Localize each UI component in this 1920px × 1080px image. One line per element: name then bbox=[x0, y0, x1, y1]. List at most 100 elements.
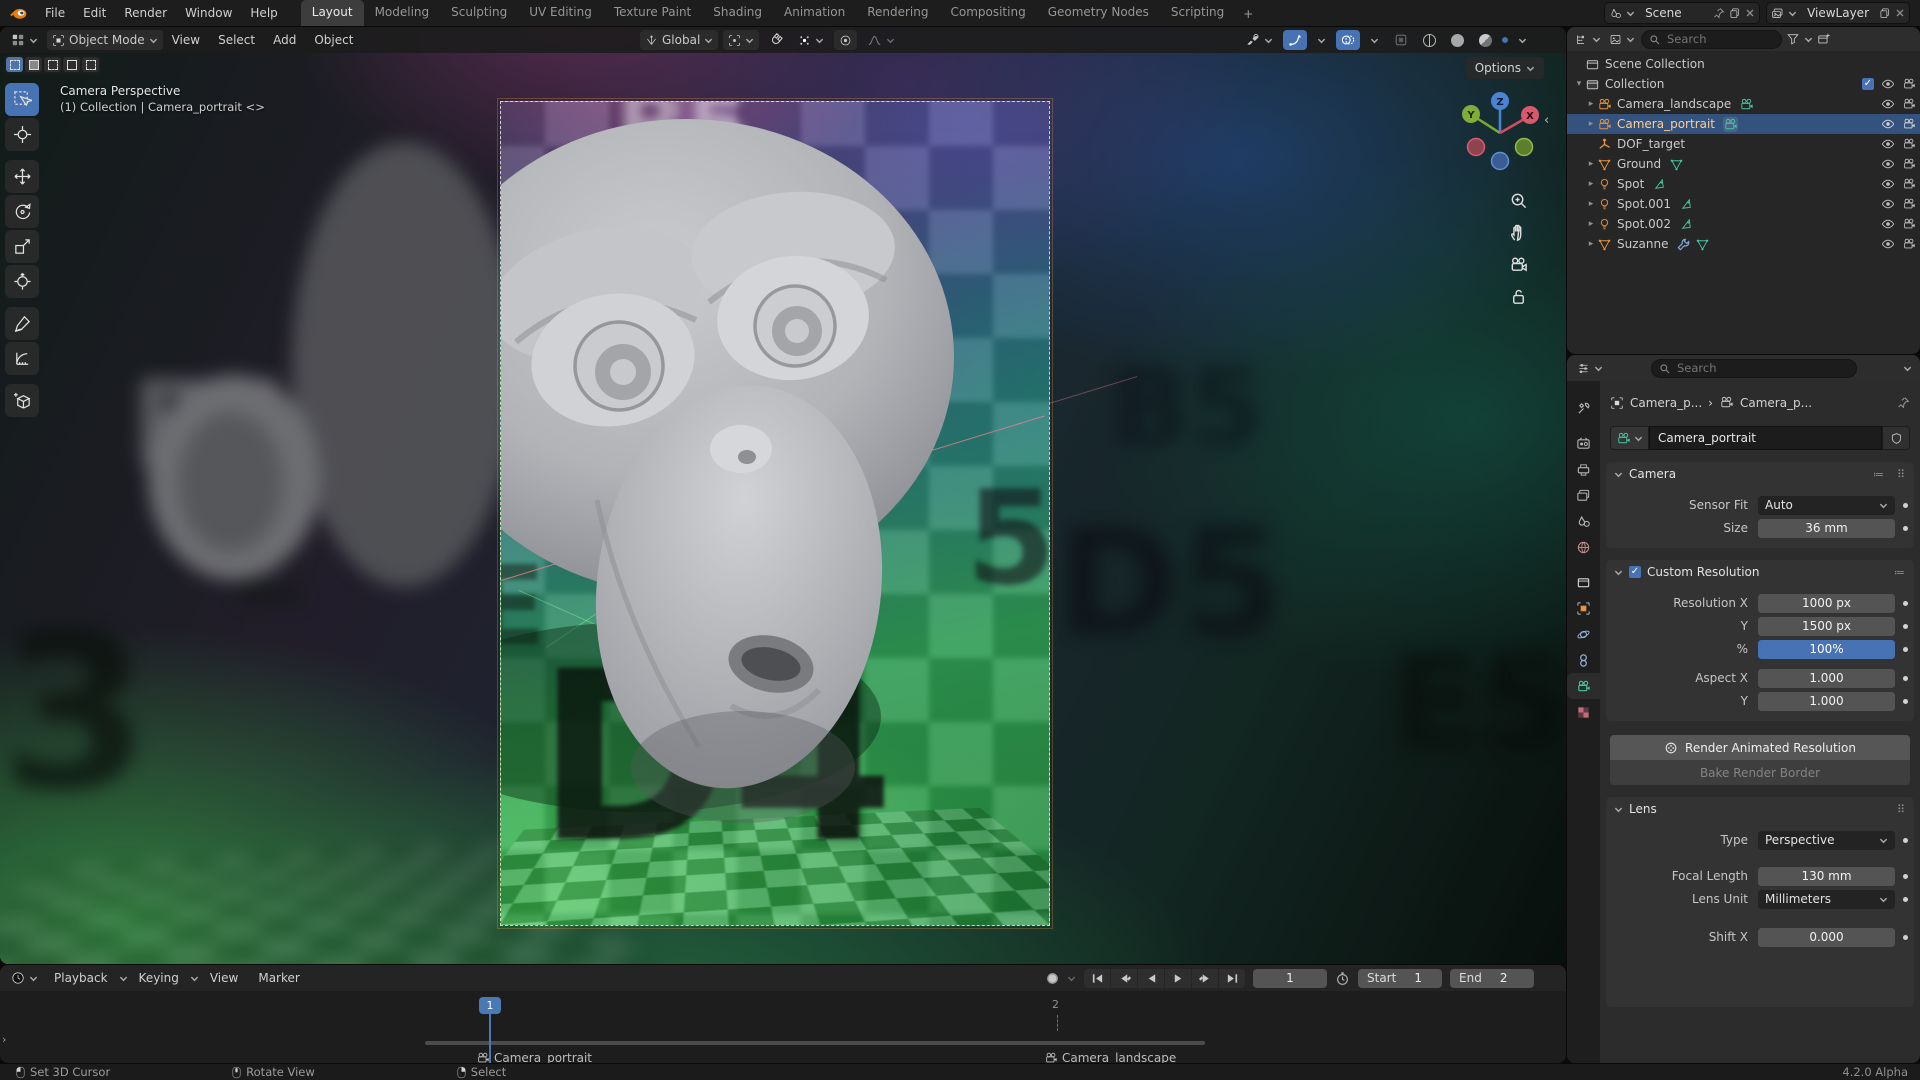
lock-icon[interactable] bbox=[1509, 287, 1528, 306]
outliner-display-mode-dropdown[interactable] bbox=[1573, 29, 1603, 49]
shading-rendered-button[interactable] bbox=[1502, 37, 1508, 43]
animate-dot[interactable] bbox=[1903, 525, 1908, 531]
workspace-tab-uv-editing[interactable]: UV Editing bbox=[518, 0, 603, 26]
sidebar-collapse-arrow[interactable]: ‹ bbox=[1544, 113, 1549, 128]
sensor-fit-dropdown[interactable]: Auto bbox=[1758, 495, 1895, 515]
outliner-search[interactable] bbox=[1641, 29, 1782, 49]
outliner-row-ground[interactable]: ▸ Ground bbox=[1567, 154, 1920, 174]
marker-camera-landscape[interactable]: Camera_landscape bbox=[1044, 1051, 1176, 1063]
proportional-editing-toggle[interactable] bbox=[834, 30, 858, 50]
outliner-row-spot-001[interactable]: ▸ Spot.001 bbox=[1567, 194, 1920, 214]
tab-collection[interactable] bbox=[1567, 569, 1600, 595]
outliner-row-suzanne[interactable]: ▸ Suzanne bbox=[1567, 234, 1920, 254]
expand-arrow[interactable]: ▸ bbox=[1585, 119, 1597, 129]
chevron-down-icon[interactable] bbox=[1804, 35, 1813, 44]
disable-render-camera-icon[interactable] bbox=[1902, 237, 1916, 251]
select-mode-subtract[interactable] bbox=[44, 57, 61, 72]
workspace-tab-sculpting[interactable]: Sculpting bbox=[440, 0, 518, 26]
breadcrumb-data[interactable]: Camera_p... bbox=[1740, 396, 1812, 410]
hide-eye-icon[interactable] bbox=[1881, 237, 1895, 251]
properties-search[interactable] bbox=[1651, 358, 1857, 378]
navigation-gizmo[interactable]: Z Y X bbox=[1458, 85, 1542, 177]
resolution-y-field[interactable]: 1500 px bbox=[1758, 616, 1895, 636]
animate-dot[interactable] bbox=[1903, 623, 1908, 629]
playhead[interactable]: 1 bbox=[479, 997, 501, 1014]
next-keyframe-button[interactable] bbox=[1192, 968, 1218, 988]
collection-checkbox[interactable]: ✓ bbox=[1862, 78, 1874, 90]
workspace-tab-compositing[interactable]: Compositing bbox=[939, 0, 1036, 26]
workspace-tab-animation[interactable]: Animation bbox=[773, 0, 856, 26]
pin-icon[interactable] bbox=[1897, 396, 1910, 409]
previous-keyframe-button[interactable] bbox=[1111, 968, 1137, 988]
chevron-down-icon[interactable] bbox=[1067, 974, 1076, 983]
jump-to-start-button[interactable] bbox=[1084, 968, 1110, 988]
panel-custom-resolution-header[interactable]: ✓ Custom Resolution ≔ bbox=[1606, 560, 1914, 584]
stopwatch-icon[interactable] bbox=[1335, 971, 1350, 986]
focal-length-field[interactable]: 130 mm bbox=[1758, 866, 1895, 886]
select-mode-invert[interactable] bbox=[63, 57, 80, 72]
tab-physics[interactable] bbox=[1567, 621, 1600, 647]
view-layer-icon[interactable] bbox=[1771, 7, 1784, 20]
scene-icon[interactable] bbox=[1609, 7, 1622, 20]
gizmos-dropdown[interactable] bbox=[1312, 30, 1331, 50]
visibility-dropdown[interactable] bbox=[1240, 30, 1278, 50]
aspect-y-field[interactable]: 1.000 bbox=[1758, 691, 1895, 711]
menu-window[interactable]: Window bbox=[176, 0, 241, 26]
animate-dot[interactable] bbox=[1903, 896, 1908, 902]
tab-object-data[interactable] bbox=[1567, 673, 1600, 699]
editor-type-selector[interactable] bbox=[6, 30, 43, 50]
disable-render-camera-icon[interactable] bbox=[1902, 117, 1916, 131]
select-mode-extend[interactable] bbox=[25, 57, 42, 72]
outliner-row-collection[interactable]: ▾ Collection ✓ bbox=[1567, 74, 1920, 94]
end-frame-field[interactable]: End 2 bbox=[1450, 968, 1534, 988]
timeline-track-area[interactable]: 1 2 › Camera_portrait Camera_landscape bbox=[0, 991, 1566, 1063]
disable-render-camera-icon[interactable] bbox=[1902, 157, 1916, 171]
tool-add-cube[interactable] bbox=[5, 384, 39, 417]
tab-output[interactable] bbox=[1567, 456, 1600, 482]
mode-dropdown[interactable]: Object Mode bbox=[47, 30, 163, 50]
chevron-down-icon[interactable] bbox=[1903, 364, 1912, 373]
animate-dot[interactable] bbox=[1903, 934, 1908, 940]
current-frame-field[interactable]: 1 bbox=[1253, 968, 1327, 988]
play-reverse-button[interactable] bbox=[1138, 968, 1164, 988]
tab-render[interactable] bbox=[1567, 430, 1600, 456]
shading-material-button[interactable] bbox=[1474, 30, 1497, 50]
expand-arrow[interactable]: ▾ bbox=[1573, 79, 1585, 89]
panel-menu-icon[interactable]: ≔ bbox=[1873, 468, 1885, 481]
select-mode-new[interactable] bbox=[6, 57, 23, 72]
overlays-toggle[interactable] bbox=[1336, 30, 1360, 50]
snap-settings-dropdown[interactable] bbox=[793, 30, 829, 50]
disable-render-camera-icon[interactable] bbox=[1902, 177, 1916, 191]
close-icon[interactable] bbox=[1745, 8, 1755, 18]
hide-eye-icon[interactable] bbox=[1881, 217, 1895, 231]
snap-toggle[interactable] bbox=[764, 30, 788, 50]
workspace-tab-shading[interactable]: Shading bbox=[702, 0, 773, 26]
pin-icon[interactable] bbox=[1713, 7, 1725, 19]
tool-measure[interactable] bbox=[5, 342, 39, 375]
timeline-menu-marker[interactable]: Marker bbox=[249, 965, 308, 991]
new-collection-icon[interactable] bbox=[1817, 32, 1831, 46]
outliner-row-spot-002[interactable]: ▸ Spot.002 bbox=[1567, 214, 1920, 234]
animate-dot[interactable] bbox=[1903, 600, 1908, 606]
shading-wireframe-button[interactable] bbox=[1418, 30, 1441, 50]
panel-drag-icon[interactable]: ⠿ bbox=[1897, 803, 1906, 816]
tool-move[interactable] bbox=[5, 160, 39, 193]
new-scene-icon[interactable] bbox=[1729, 7, 1741, 19]
fake-user-shield-icon[interactable] bbox=[1882, 426, 1910, 450]
play-button[interactable] bbox=[1165, 968, 1191, 988]
start-frame-field[interactable]: Start 1 bbox=[1358, 968, 1442, 988]
viewport-menu-add[interactable]: Add bbox=[264, 27, 305, 53]
close-icon[interactable] bbox=[1895, 8, 1905, 18]
outliner-row-spot[interactable]: ▸ Spot bbox=[1567, 174, 1920, 194]
gizmos-toggle[interactable] bbox=[1283, 30, 1307, 50]
hide-eye-icon[interactable] bbox=[1881, 137, 1895, 151]
hide-eye-icon[interactable] bbox=[1881, 177, 1895, 191]
chevron-down-icon[interactable] bbox=[1626, 9, 1635, 18]
hide-eye-icon[interactable] bbox=[1881, 97, 1895, 111]
panel-menu-icon[interactable]: ≔ bbox=[1894, 566, 1906, 579]
menu-file[interactable]: File bbox=[36, 0, 74, 26]
pivot-point-dropdown[interactable] bbox=[723, 30, 760, 50]
menu-edit[interactable]: Edit bbox=[74, 0, 115, 26]
timeline-menu-keying[interactable]: Keying bbox=[130, 965, 188, 991]
options-dropdown[interactable]: Options bbox=[1465, 57, 1544, 79]
